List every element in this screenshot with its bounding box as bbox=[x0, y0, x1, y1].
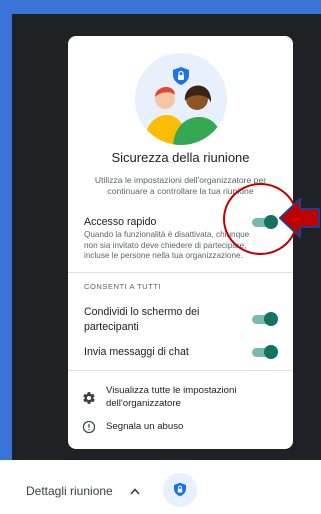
shield-icon bbox=[173, 67, 189, 85]
toggle-knob bbox=[264, 345, 278, 359]
info-icon bbox=[82, 420, 96, 434]
chat-messages-toggle[interactable] bbox=[252, 345, 278, 359]
quick-access-label: Accesso rapido bbox=[84, 216, 157, 228]
chevron-up-icon[interactable] bbox=[129, 486, 141, 496]
report-abuse-text: Segnala un abuso bbox=[106, 421, 184, 432]
section-header: CONSENTI A TUTTI bbox=[84, 282, 162, 291]
meeting-details-button[interactable]: Dettagli riunione bbox=[26, 484, 113, 498]
toggle-knob bbox=[264, 312, 278, 326]
annotation-arrow-icon bbox=[279, 198, 320, 238]
shield-icon bbox=[174, 482, 186, 497]
report-abuse-link[interactable]: Segnala un abuso bbox=[82, 420, 272, 436]
view-all-settings-text: Visualizza tutte le impostazioni dell'or… bbox=[106, 385, 237, 409]
chat-messages-label: Invia messaggi di chat bbox=[84, 346, 189, 358]
share-screen-label: Condividi lo schermo dei partecipanti bbox=[84, 306, 200, 333]
divider bbox=[68, 272, 293, 273]
bottom-bar: Dettagli riunione bbox=[0, 460, 321, 514]
gear-icon bbox=[83, 392, 95, 404]
divider bbox=[68, 370, 293, 371]
view-all-settings-link[interactable]: Visualizza tutte le impostazioni dell'or… bbox=[82, 384, 272, 412]
meeting-security-button[interactable] bbox=[163, 473, 197, 507]
security-illustration bbox=[135, 53, 227, 145]
share-screen-toggle[interactable] bbox=[252, 312, 278, 326]
panel-title: Sicurezza della riunione bbox=[111, 150, 250, 165]
